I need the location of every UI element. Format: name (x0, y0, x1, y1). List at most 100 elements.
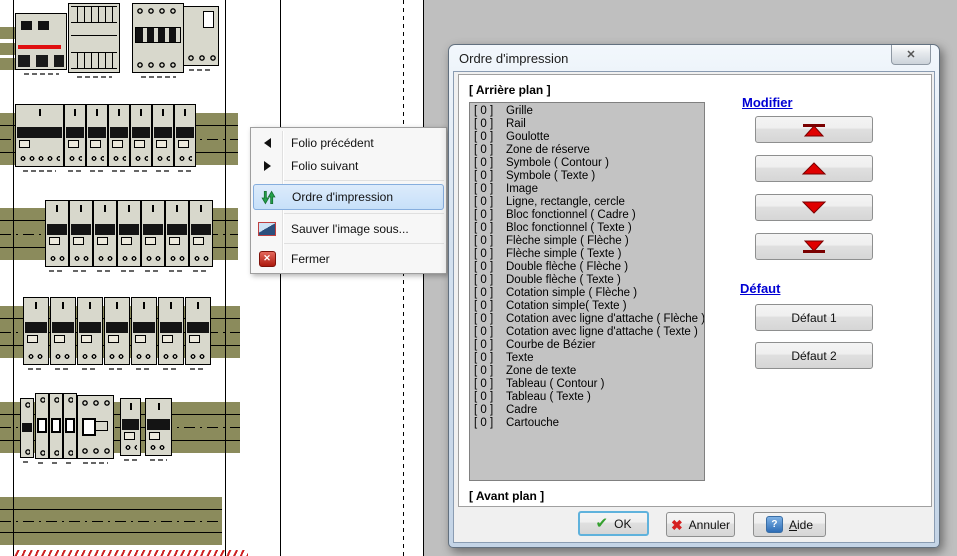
move-up-icon (799, 162, 829, 175)
move-up-button[interactable] (755, 155, 873, 182)
modifier-label: Modifier (742, 95, 793, 110)
layer-label: Bloc fonctionnel ( Texte ) (506, 222, 632, 235)
move-to-bottom-button[interactable] (755, 233, 873, 260)
app-window: Folio précédent Folio suivant Ordre d'im… (0, 0, 957, 556)
menu-item-sauver-image[interactable]: Sauver l'image sous... (251, 217, 446, 240)
layer-item[interactable]: [ 0 ] Ligne, rectangle, cercle (470, 196, 704, 209)
schematic-device (183, 6, 219, 66)
move-to-bottom-icon (799, 240, 829, 254)
schematic-device (77, 297, 103, 365)
schematic-canvas (0, 0, 430, 556)
page-divider-line (403, 0, 404, 556)
layer-item[interactable]: [ 0 ] Rail (470, 118, 704, 131)
layer-item[interactable]: [ 0 ] Cotation simple ( Flèche ) (470, 287, 704, 300)
layer-item[interactable]: [ 0 ] Double flèche ( Flèche ) (470, 261, 704, 274)
layer-label: Zone de réserve (506, 144, 590, 157)
menu-item-ordre-impression[interactable]: Ordre d'impression (253, 184, 444, 210)
layer-item[interactable]: [ 0 ] Zone de texte (470, 365, 704, 378)
ok-button[interactable]: ✔ OK (578, 511, 649, 536)
check-icon: ✔ (596, 516, 609, 531)
cable-duct (0, 497, 222, 545)
layer-label: Flèche simple ( Flèche ) (506, 235, 629, 248)
layer-order: [ 0 ] (474, 261, 506, 274)
layer-listbox[interactable]: [ 0 ] Grille [ 0 ] Rail [ 0 ] Goulotte [… (469, 102, 705, 481)
layer-order: [ 0 ] (474, 287, 506, 300)
layer-order: [ 0 ] (474, 118, 506, 131)
layer-order: [ 0 ] (474, 404, 506, 417)
layer-item[interactable]: [ 0 ] Double flèche ( Texte ) (470, 274, 704, 287)
schematic-device (131, 297, 157, 365)
layer-item[interactable]: [ 0 ] Goulotte (470, 131, 704, 144)
ok-button-label: OK (614, 517, 631, 531)
layer-item[interactable]: [ 0 ] Symbole ( Contour ) (470, 157, 704, 170)
layer-label: Ligne, rectangle, cercle (506, 196, 625, 209)
schematic-device (189, 200, 213, 267)
layer-order: [ 0 ] (474, 209, 506, 222)
menu-item-folio-suivant[interactable]: Folio suivant (251, 154, 446, 177)
menu-item-fermer[interactable]: ✕ Fermer (251, 247, 446, 270)
layer-item[interactable]: [ 0 ] Cotation avec ligne d'attache ( Fl… (470, 313, 704, 326)
layer-order: [ 0 ] (474, 326, 506, 339)
schematic-device (49, 393, 63, 459)
save-image-icon (258, 221, 276, 237)
schematic-device (130, 104, 152, 167)
move-to-top-icon (799, 123, 829, 137)
layer-item[interactable]: [ 0 ] Symbole ( Texte ) (470, 170, 704, 183)
help-button[interactable]: ? Aide (753, 512, 826, 537)
layer-order: [ 0 ] (474, 222, 506, 235)
schematic-device (145, 398, 172, 456)
schematic-device (23, 297, 49, 365)
layer-item[interactable]: [ 0 ] Grille (470, 105, 704, 118)
schematic-device (152, 104, 174, 167)
schematic-device (68, 3, 120, 73)
move-to-top-button[interactable] (755, 116, 873, 143)
schematic-device (45, 200, 69, 267)
layer-item[interactable]: [ 0 ] Cotation avec ligne d'attache ( Te… (470, 326, 704, 339)
layer-label: Tableau ( Texte ) (506, 391, 591, 404)
layer-item[interactable]: [ 0 ] Cotation simple( Texte ) (470, 300, 704, 313)
layer-item[interactable]: [ 0 ] Zone de réserve (470, 144, 704, 157)
menu-item-folio-precedent[interactable]: Folio précédent (251, 131, 446, 154)
layer-item[interactable]: [ 0 ] Flèche simple ( Texte ) (470, 248, 704, 261)
layer-order: [ 0 ] (474, 300, 506, 313)
layer-item[interactable]: [ 0 ] Image (470, 183, 704, 196)
layer-item[interactable]: [ 0 ] Courbe de Bézier (470, 339, 704, 352)
layer-item[interactable]: [ 0 ] Tableau ( Texte ) (470, 391, 704, 404)
defaut-2-button[interactable]: Défaut 2 (755, 342, 873, 369)
layer-label: Goulotte (506, 131, 549, 144)
layer-order: [ 0 ] (474, 391, 506, 404)
layer-order: [ 0 ] (474, 196, 506, 209)
menu-item-label: Sauver l'image sous... (291, 222, 409, 236)
page-divider-line (423, 0, 424, 556)
dialog-title: Ordre d'impression (459, 51, 568, 66)
layer-label: Double flèche ( Texte ) (506, 274, 621, 287)
schematic-device (132, 3, 184, 73)
schematic-device (35, 393, 49, 459)
schematic-device (108, 104, 130, 167)
page-divider-line (13, 0, 14, 556)
layer-item[interactable]: [ 0 ] Bloc fonctionnel ( Texte ) (470, 222, 704, 235)
layer-order: [ 0 ] (474, 144, 506, 157)
layer-item[interactable]: [ 0 ] Tableau ( Contour ) (470, 378, 704, 391)
defaut-1-button[interactable]: Défaut 1 (755, 304, 873, 331)
layer-label: Cotation simple ( Flèche ) (506, 287, 637, 300)
schematic-device (104, 297, 130, 365)
layer-order: [ 0 ] (474, 339, 506, 352)
previous-folio-icon (258, 135, 276, 151)
print-order-dialog: Ordre d'impression ✕ [ Arrière plan ] [ … (448, 44, 940, 548)
layer-item[interactable]: [ 0 ] Cartouche (470, 417, 704, 430)
layer-item[interactable]: [ 0 ] Cadre (470, 404, 704, 417)
layer-label: Flèche simple ( Texte ) (506, 248, 621, 261)
cancel-button-label: Annuler (689, 518, 730, 532)
cancel-button[interactable]: ✖ Annuler (666, 512, 735, 537)
layer-label: Bloc fonctionnel ( Cadre ) (506, 209, 636, 222)
move-down-button[interactable] (755, 194, 873, 221)
layer-item[interactable]: [ 0 ] Texte (470, 352, 704, 365)
layer-label: Cotation simple( Texte ) (506, 300, 627, 313)
layer-label: Cadre (506, 404, 537, 417)
dialog-close-button[interactable]: ✕ (891, 45, 931, 65)
layer-label: Grille (506, 105, 533, 118)
background-plane-label: [ Arrière plan ] (469, 83, 551, 97)
layer-item[interactable]: [ 0 ] Bloc fonctionnel ( Cadre ) (470, 209, 704, 222)
layer-item[interactable]: [ 0 ] Flèche simple ( Flèche ) (470, 235, 704, 248)
